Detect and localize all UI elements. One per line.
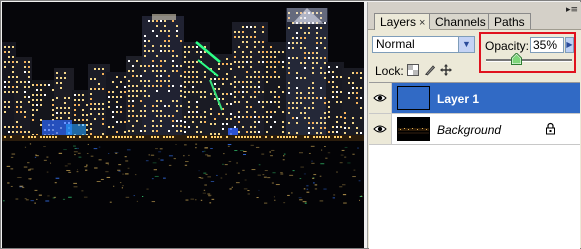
opacity-highlight-box: Opacity: 35% ▶ (479, 32, 576, 73)
layer-row-layer-1[interactable]: Layer 1 (369, 83, 580, 114)
tab-layers[interactable]: Layers × (374, 13, 432, 30)
panel-menu-arrow-icon[interactable]: ▸≡ (566, 6, 578, 15)
lock-row: Lock: (372, 61, 482, 79)
layer-1-thumbnail (397, 86, 430, 110)
opacity-slider-track[interactable] (486, 59, 572, 62)
opacity-slider-thumb[interactable] (510, 53, 522, 65)
night-city-image (2, 2, 364, 248)
tab-channels-label: Channels (435, 15, 486, 29)
opacity-input[interactable]: 35% (530, 37, 564, 53)
blend-mode-value: Normal (376, 37, 415, 51)
layer-name[interactable]: Background (437, 123, 501, 137)
tab-channels[interactable]: Channels (429, 13, 492, 29)
layer-row-background[interactable]: Background (369, 114, 580, 145)
lock-icon (546, 122, 555, 135)
lock-transparent-pixels-icon[interactable] (407, 64, 419, 76)
document-canvas[interactable] (2, 2, 364, 248)
chevron-down-icon[interactable]: ▼ (458, 37, 474, 52)
opacity-slider-toggle-icon[interactable]: ▶ (565, 37, 574, 53)
lock-label: Lock: (375, 64, 404, 78)
layers-panel: Layers × Channels Paths ▸≡ Normal ▼ Opaci… (367, 2, 581, 249)
visibility-eye-icon[interactable] (369, 83, 392, 113)
close-icon[interactable]: × (419, 17, 425, 29)
layers-list: Layer 1 Background (369, 82, 580, 249)
tab-paths-label: Paths (494, 15, 525, 29)
layer-name[interactable]: Layer 1 (437, 92, 479, 106)
background-thumbnail (397, 117, 430, 141)
lock-image-pixels-icon[interactable] (424, 64, 436, 76)
blend-mode-select[interactable]: Normal ▼ (372, 36, 475, 53)
tab-layers-label: Layers (380, 15, 417, 29)
opacity-label: Opacity: (485, 39, 530, 53)
visibility-eye-icon[interactable] (369, 114, 392, 144)
window-frame: Layers × Channels Paths ▸≡ Normal ▼ Opaci… (0, 0, 581, 249)
panel-tab-bar: Layers × Channels Paths ▸≡ (368, 2, 581, 30)
lock-position-icon[interactable] (440, 64, 452, 76)
tab-paths[interactable]: Paths (488, 13, 531, 29)
